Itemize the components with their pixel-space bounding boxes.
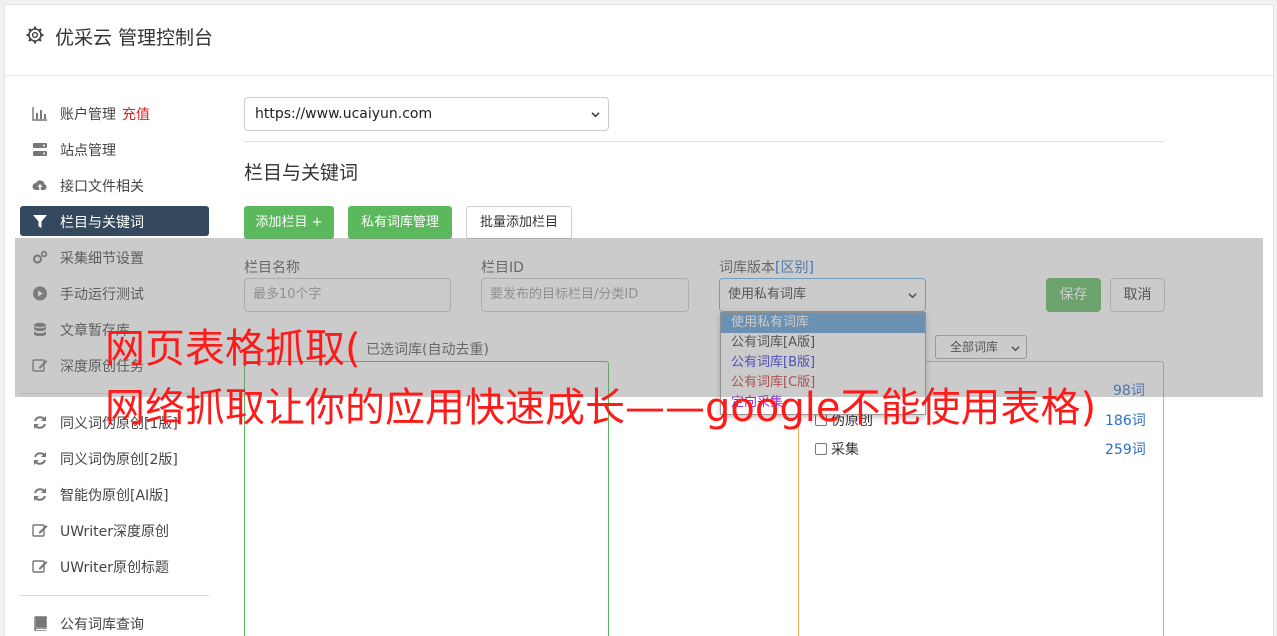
lib-item-count: 259词 (1105, 442, 1146, 458)
book-icon (34, 616, 47, 631)
sidebar-divider (20, 595, 209, 596)
sidebar-item-uwriter-deep[interactable]: UWriter深度原创 (20, 515, 209, 545)
edit-icon (32, 524, 48, 537)
cloud-upload-icon (32, 180, 47, 190)
lib-item-name: 采集 (831, 442, 859, 458)
add-column-button[interactable]: 添加栏目 + (244, 206, 334, 239)
sidebar-item-label: 同义词伪原创[2版] (60, 452, 178, 468)
section-title: 栏目与关键词 (244, 162, 359, 184)
refresh-icon (34, 488, 46, 501)
recharge-link[interactable]: 充值 (122, 107, 150, 123)
private-lib-button[interactable]: 私有词库管理 (348, 206, 452, 239)
sidebar-item-interface[interactable]: 接口文件相关 (20, 170, 209, 200)
sidebar-item-label: UWriter深度原创 (60, 524, 169, 540)
sidebar-item-label: 账户管理 (60, 107, 116, 123)
sidebar-item-label: 智能伪原创[AI版] (60, 488, 169, 504)
edit-icon (32, 560, 48, 573)
sidebar-item-label: 栏目与关键词 (60, 215, 144, 231)
sidebar-item-site[interactable]: 站点管理 (20, 134, 209, 164)
sidebar-item-label: 接口文件相关 (60, 179, 144, 195)
sidebar-item-account[interactable]: 账户管理 充值 (20, 98, 209, 128)
gear-icon (26, 26, 44, 44)
lib-item-count: 186词 (1105, 413, 1146, 429)
site-select[interactable]: https://www.ucaiyun.com (244, 97, 609, 131)
sidebar-item-uwriter-title[interactable]: UWriter原创标题 (20, 551, 209, 581)
refresh-icon (34, 452, 46, 465)
refresh-icon (34, 416, 46, 429)
sidebar-item-label: 公有词库查询 (60, 617, 144, 633)
watermark-line1: 网页表格抓取( (105, 326, 361, 372)
batch-add-button[interactable]: 批量添加栏目 (466, 206, 572, 239)
sidebar-item-label: UWriter原创标题 (60, 560, 169, 576)
sidebar-item-columns[interactable]: 栏目与关键词 (20, 206, 209, 236)
checkbox[interactable] (815, 443, 827, 455)
lib-item[interactable]: 采集 (815, 439, 859, 459)
watermark-line2: 网络抓取让你的应用快速成长——google不能使用表格) (105, 385, 1097, 431)
sidebar-item-synonym-v2[interactable]: 同义词伪原创[2版] (20, 443, 209, 473)
server-icon (33, 143, 47, 156)
section-divider (244, 141, 1164, 142)
filter-icon (33, 215, 47, 228)
sidebar-item-public-lib[interactable]: 公有词库查询 (20, 608, 209, 636)
gray-overlay (15, 238, 1263, 397)
site-select-value: https://www.ucaiyun.com (255, 106, 433, 122)
chevron-down-icon (591, 112, 600, 118)
sidebar-item-ai-original[interactable]: 智能伪原创[AI版] (20, 479, 209, 509)
page-header: 优采云 管理控制台 (5, 5, 1273, 76)
bar-chart-icon (32, 107, 47, 121)
sidebar-item-label: 站点管理 (60, 143, 116, 159)
page-title: 优采云 管理控制台 (55, 27, 214, 49)
